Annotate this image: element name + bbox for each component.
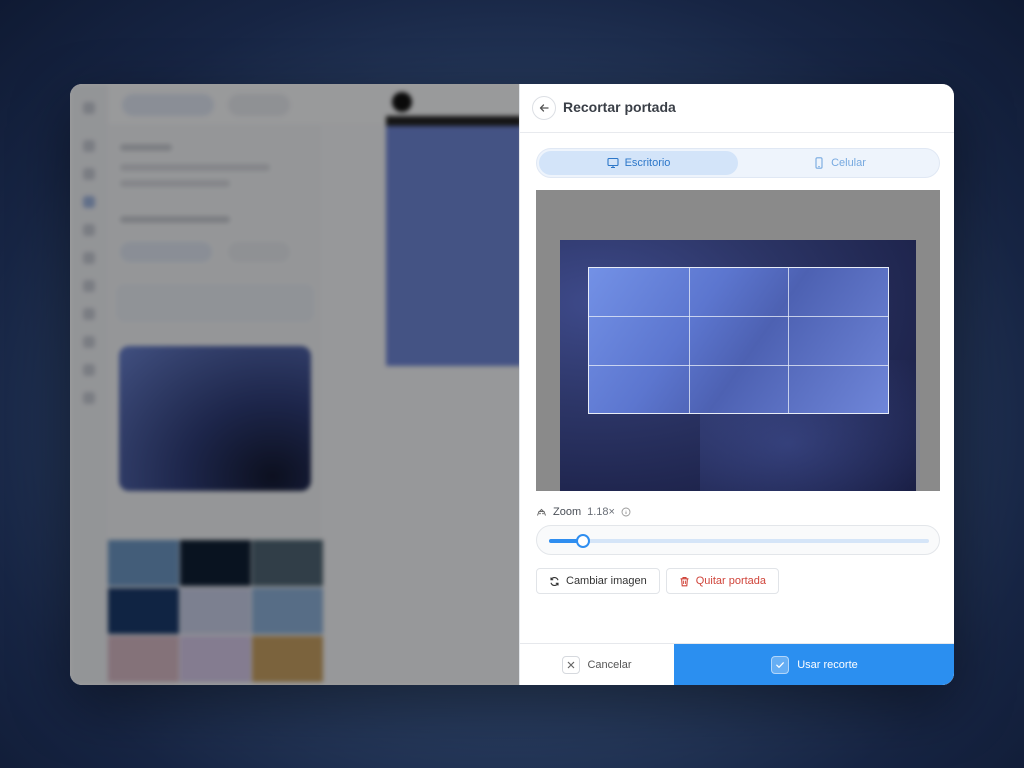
trash-icon [679, 576, 690, 587]
zoom-slider-thumb[interactable] [576, 534, 591, 548]
tab-mobile[interactable]: Celular [740, 151, 939, 175]
info-icon[interactable] [621, 507, 631, 517]
smartphone-icon [813, 157, 825, 169]
close-icon [562, 656, 581, 674]
tab-mobile-label: Celular [831, 157, 866, 169]
tab-desktop-label: Escritorio [624, 157, 671, 169]
crop-area [536, 190, 940, 491]
remove-cover-button[interactable]: Quitar portada [665, 568, 780, 594]
crop-grid-line [589, 364, 888, 366]
zoom-row: Zoom 1.18× [536, 505, 631, 519]
use-crop-button[interactable]: Usar recorte [674, 644, 954, 685]
remove-cover-label: Quitar portada [695, 575, 767, 587]
crop-grid-line [688, 268, 690, 413]
use-crop-label: Usar recorte [797, 659, 858, 671]
change-image-button[interactable]: Cambiar imagen [536, 568, 660, 594]
panel-footer: Cancelar Usar recorte [520, 643, 954, 685]
image-actions: Cambiar imagen Quitar portada [536, 568, 780, 594]
device-toggle: Escritorio Celular [536, 148, 940, 178]
arrow-left-icon [538, 102, 550, 114]
crop-grid-line [788, 268, 790, 413]
crop-cover-panel: Recortar portada Escritorio Celular Zoom… [519, 84, 954, 685]
zoom-slider-track[interactable] [549, 539, 929, 543]
zoom-slider[interactable] [536, 525, 940, 555]
cancel-button[interactable]: Cancelar [520, 644, 674, 685]
monitor-icon [607, 157, 619, 169]
back-button[interactable] [532, 96, 556, 120]
zoom-label: Zoom [553, 506, 582, 518]
crop-selection[interactable] [588, 267, 889, 414]
panel-title: Recortar portada [563, 99, 676, 115]
cancel-label: Cancelar [587, 659, 632, 671]
refresh-icon [549, 576, 560, 587]
panel-header: Recortar portada [520, 84, 954, 133]
app-window: Recortar portada Escritorio Celular Zoom… [70, 84, 954, 685]
tab-desktop[interactable]: Escritorio [539, 151, 738, 175]
zoom-icon [536, 507, 547, 518]
crop-grid-line [589, 316, 888, 318]
change-image-label: Cambiar imagen [566, 575, 647, 587]
check-icon [771, 656, 790, 674]
zoom-value: 1.18× [587, 506, 615, 518]
